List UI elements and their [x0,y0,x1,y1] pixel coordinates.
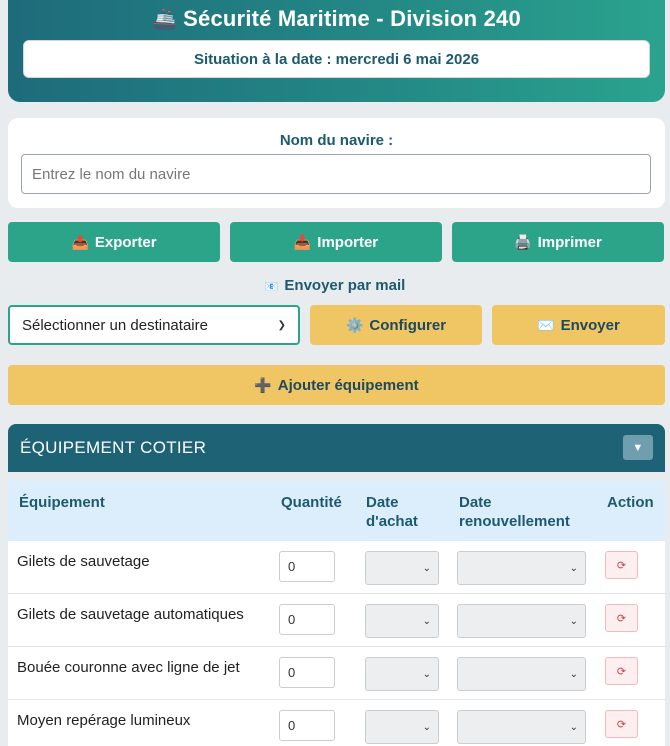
reset-button[interactable]: ⟳ [605,551,638,579]
purchase-date-select[interactable]: ⌄ [365,551,439,585]
section-title: ÉQUIPEMENT COTIER [20,438,207,457]
renewal-date-select[interactable]: ⌄ [457,710,586,744]
triangle-down-icon: ▼ [632,441,644,454]
chevron-down-icon: ⌄ [569,668,578,680]
renewal-date-select[interactable]: ⌄ [457,604,586,638]
purchase-date-select[interactable]: ⌄ [365,710,439,744]
chevron-down-icon: ⌄ [569,721,578,733]
quantity-input[interactable]: 0 [279,710,335,741]
renewal-date-select[interactable]: ⌄ [457,551,586,585]
quantity-input[interactable]: 0 [279,551,335,582]
reset-icon: ⟳ [616,559,627,572]
col-action: Action [607,494,654,511]
chevron-down-icon: ⌄ [422,668,431,680]
reset-icon: ⟳ [616,612,627,625]
equipment-name: Gilets de sauvetage [17,553,150,570]
mail-icon: 📧 [264,281,279,293]
col-quantity: Quantité [281,494,342,511]
reset-button[interactable]: ⟳ [605,710,638,738]
recipient-select[interactable]: Sélectionner un destinataire ❯ [8,305,300,345]
collapse-button[interactable]: ▼ [623,435,653,460]
plus-icon: ➕ [254,376,272,393]
gear-icon: ⚙️ [345,316,364,333]
export-label: Exporter [94,233,157,251]
ship-name-card: Nom du navire : [8,118,665,208]
table-row: Gilets de sauvetage 0 ⌄ ⌄ ⟳ [8,541,665,594]
table-row: Moyen repérage lumineux 0 ⌄ ⌄ ⟳ [8,700,665,746]
quantity-input[interactable]: 0 [279,657,335,688]
col-renewal-date: Date renouvellement [459,494,570,530]
export-icon: 📤 [71,233,89,250]
date-banner: Situation à la date : mercredi 6 mai 202… [23,40,650,78]
reset-button[interactable]: ⟳ [605,657,638,685]
reset-button[interactable]: ⟳ [605,604,638,632]
table-row: Gilets de sauvetage automatiques 0 ⌄ ⌄ ⟳ [8,594,665,647]
chevron-down-icon: ❯ [277,319,286,331]
quantity-input[interactable]: 0 [279,604,335,635]
ship-name-input[interactable] [21,154,651,194]
table-header: Équipement Quantité Date d'achat Date re… [8,481,665,541]
mail-label-text: Envoyer par mail [284,277,406,294]
table-row: Bouée couronne avec ligne de jet 0 ⌄ ⌄ ⟳ [8,647,665,700]
purchase-date-select[interactable]: ⌄ [365,657,439,691]
add-equipment-label: Ajouter équipement [277,376,419,394]
app-header: 🚢 Sécurité Maritime - Division 240 Situat… [8,0,665,102]
equipment-name: Moyen repérage lumineux [17,712,191,729]
ship-icon: 🚢 [152,9,178,31]
mail-section-label: 📧 Envoyer par mail [0,277,670,294]
col-equipment: Équipement [19,494,105,511]
purchase-date-select[interactable]: ⌄ [365,604,439,638]
renewal-date-select[interactable]: ⌄ [457,657,586,691]
chevron-down-icon: ⌄ [569,562,578,574]
configure-label: Configurer [369,316,447,334]
equipment-name: Gilets de sauvetage automatiques [17,606,244,623]
col-purchase-date: Date d'achat [366,494,418,530]
configure-button[interactable]: ⚙️ Configurer [310,305,482,345]
import-button[interactable]: 📥 Importer [230,222,442,262]
envelope-icon: ✉️ [537,316,555,333]
reset-icon: ⟳ [616,665,627,678]
import-icon: 📥 [293,233,312,250]
printer-icon: 🖨️ [514,233,532,250]
print-button[interactable]: 🖨️ Imprimer [452,222,664,262]
add-equipment-button[interactable]: ➕ Ajouter équipement [8,365,665,405]
reset-icon: ⟳ [616,718,627,731]
section-header: ÉQUIPEMENT COTIER ▼ [8,424,665,472]
page-title-text: Sécurité Maritime - Division 240 [183,6,521,31]
ship-name-label: Nom du navire : [279,132,394,149]
send-label: Envoyer [560,316,620,334]
send-button[interactable]: ✉️ Envoyer [492,305,665,345]
chevron-down-icon: ⌄ [422,562,431,574]
equipment-table: Équipement Quantité Date d'achat Date re… [8,481,665,746]
export-button[interactable]: 📤 Exporter [8,222,220,262]
import-label: Importer [317,233,379,251]
chevron-down-icon: ⌄ [422,615,431,627]
recipient-select-value: Sélectionner un destinataire [22,316,208,334]
print-label: Imprimer [537,233,602,251]
page-title: 🚢 Sécurité Maritime - Division 240 [8,6,665,32]
equipment-name: Bouée couronne avec ligne de jet [17,659,240,676]
chevron-down-icon: ⌄ [422,721,431,733]
chevron-down-icon: ⌄ [569,615,578,627]
